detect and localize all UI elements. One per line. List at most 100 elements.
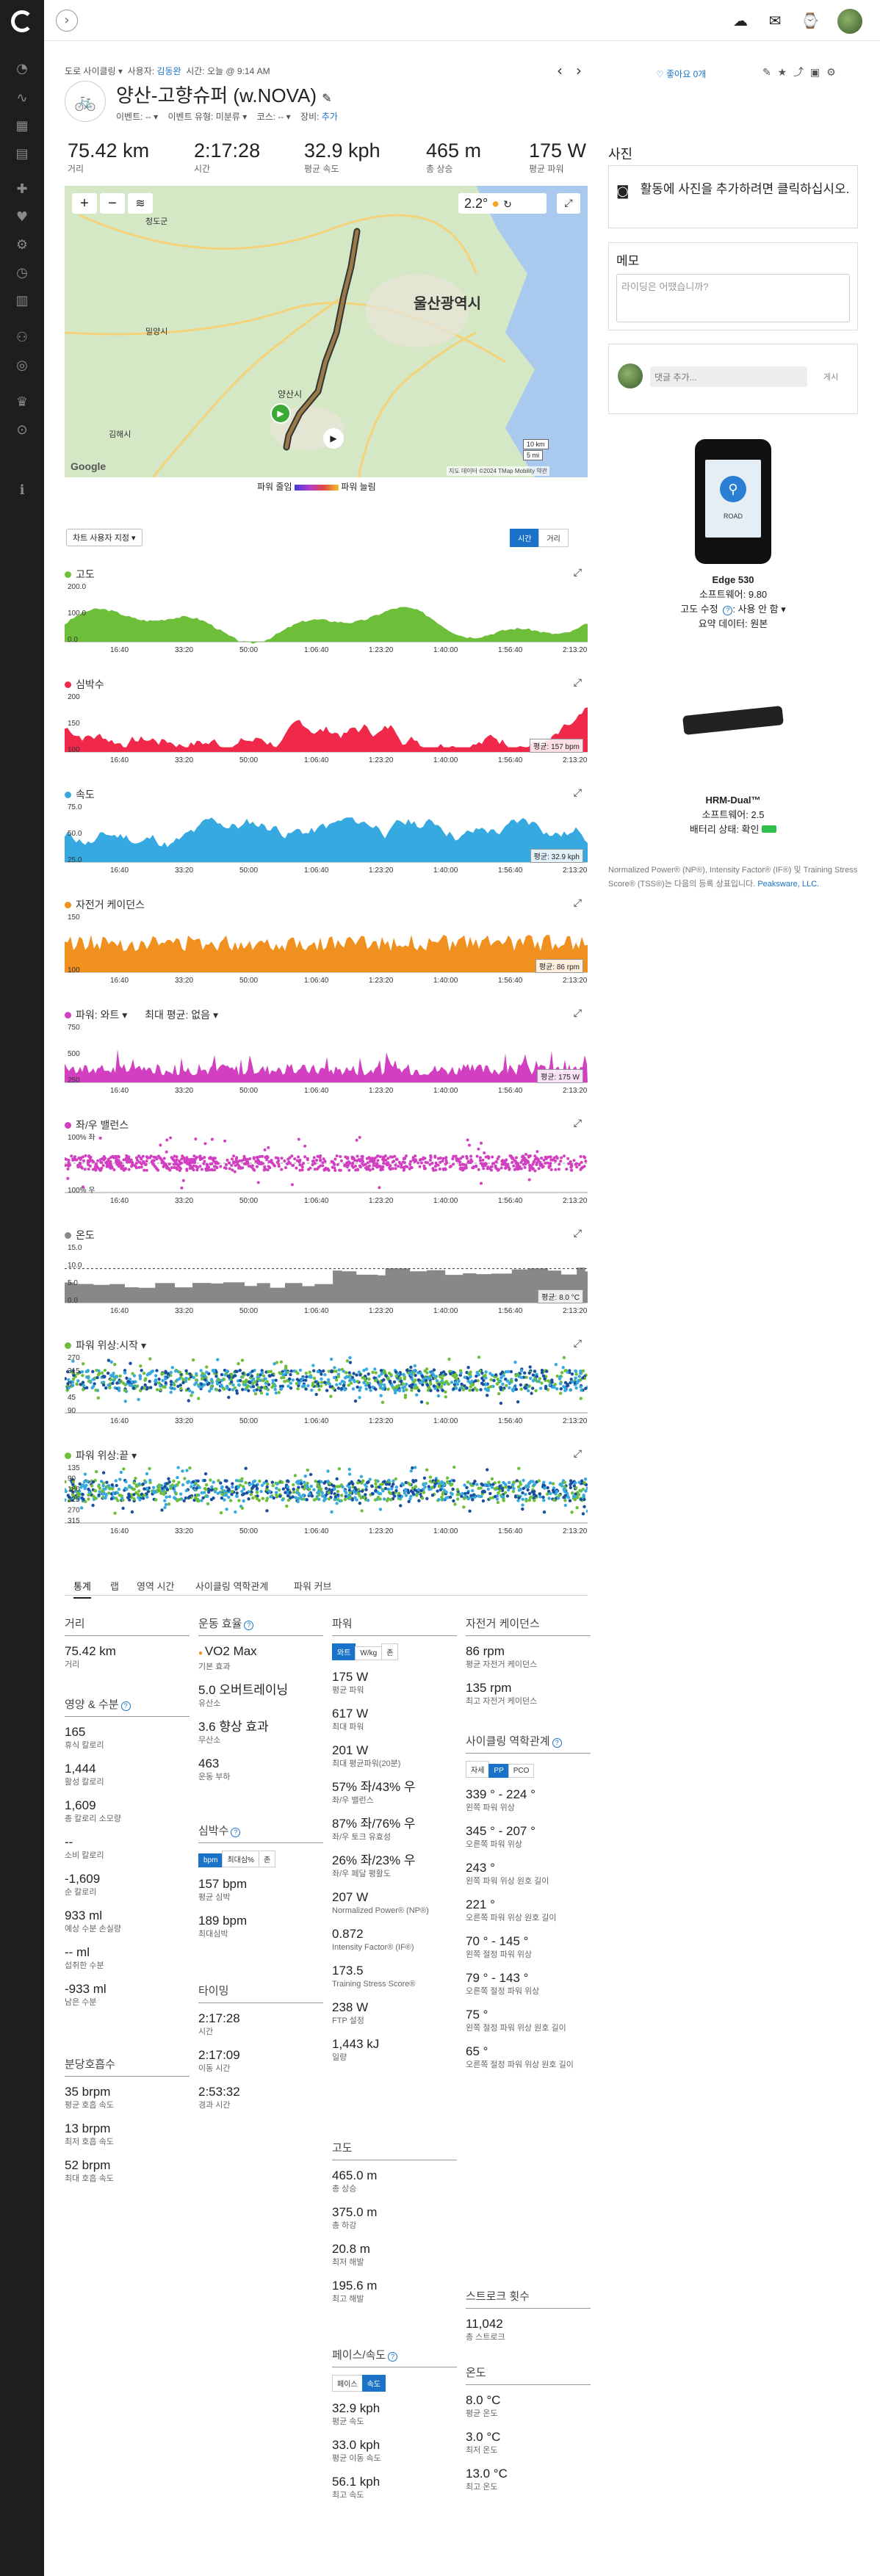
stats-toggle-option[interactable]: PP	[488, 1764, 509, 1778]
chart-title[interactable]: 파워 위상:끝 ▾	[65, 1448, 137, 1463]
elev-correction-dropdown[interactable]: : 사용 안 함 ▾	[732, 604, 785, 615]
map-terms-link[interactable]: 약관	[536, 468, 547, 474]
stats-toggle-option[interactable]: bpm	[198, 1853, 223, 1867]
comment-post-button[interactable]: 게시	[823, 371, 838, 383]
like-button[interactable]: ♡ 좋아요 0개	[656, 68, 706, 80]
insights-icon[interactable]: ◷	[13, 264, 31, 282]
notes-textarea[interactable]: 라이딩은 어땠습니까?	[616, 274, 850, 322]
stats-toggle-option[interactable]: 페이스	[332, 2375, 363, 2392]
stats-toggle-option[interactable]: 존	[381, 1643, 399, 1660]
add-photos-button[interactable]: ◙ 활동에 사진을 추가하려면 클릭하십시오.	[608, 165, 858, 228]
edit-pencil-icon[interactable]: ✎	[322, 91, 331, 105]
expand-sidebar-button[interactable]: ›	[56, 10, 78, 32]
activity-type-link[interactable]: 도로 사이클링	[65, 66, 116, 76]
tab-cycling-dynamics[interactable]: 사이클링 역학관계	[195, 1579, 268, 1593]
zoom-out-button[interactable]: −	[100, 193, 125, 214]
gear-icon[interactable]: ⚙	[13, 236, 31, 254]
time-axis-tab[interactable]: 시간	[510, 529, 540, 547]
chart-plot[interactable]: 15010016:40 33:20 50:00 1:06:40 1:23:20 1:40:…	[65, 913, 588, 985]
play-route-button[interactable]: ▶	[323, 428, 344, 449]
chart-plot[interactable]: 20015010016:40 33:20 50:00 1:06:40 1:23:20 1:…	[65, 693, 588, 765]
expand-chart-icon[interactable]: ⤢	[574, 1118, 582, 1129]
stats-toggle-option[interactable]: 와트	[332, 1643, 356, 1660]
tab-stats[interactable]: 통계	[73, 1579, 91, 1599]
chart-plot[interactable]: 75050025016:40 33:20 50:00 1:06:40 1:23:20 1:…	[65, 1024, 588, 1096]
dashboard-icon[interactable]: ◔	[13, 60, 31, 78]
peaksware-link[interactable]: Peaksware, LLC.	[757, 880, 819, 889]
stats-toggle-option[interactable]: W/kg	[355, 1646, 383, 1660]
watch-icon[interactable]: ⌚	[801, 11, 820, 30]
upload-cloud-icon[interactable]: ☁	[731, 11, 750, 30]
tab-laps[interactable]: 랩	[110, 1579, 119, 1593]
help-icon[interactable]: ?	[388, 2352, 398, 2362]
route-map[interactable]: + − ≋ 2.2° ● ↻ ⤢ 울산광역시 양산시 청도군 밀양시 김해시 ▶…	[65, 186, 588, 477]
connections-icon[interactable]: ⚇	[13, 329, 31, 347]
map-layers-icon[interactable]: ≋	[128, 193, 153, 214]
stats-toggle-option[interactable]: 최대심%	[222, 1850, 259, 1867]
zoom-in-button[interactable]: +	[72, 193, 97, 214]
chart-title[interactable]: 고도	[65, 567, 95, 582]
chart-title-secondary[interactable]: 최대 평균: 없음 ▾	[145, 1009, 218, 1021]
fullscreen-icon[interactable]: ⤢	[557, 193, 580, 214]
tab-power-curve[interactable]: 파워 커브	[294, 1579, 331, 1593]
chart-title[interactable]: 좌/우 밸런스	[65, 1118, 129, 1132]
start-marker-icon[interactable]: ▶	[270, 403, 291, 424]
activity-title[interactable]: 양산-고향슈퍼 (w.NOVA) ✎	[116, 81, 332, 108]
expand-chart-icon[interactable]: ⤢	[574, 1338, 582, 1350]
replay-icon[interactable]: ↻	[503, 199, 512, 211]
lock-icon[interactable]: ▣	[810, 67, 820, 79]
stats-toggle-option[interactable]: 존	[258, 1850, 276, 1867]
customize-charts-dropdown[interactable]: 차트 사용자 지정 ▾	[66, 529, 143, 546]
expand-chart-icon[interactable]: ⤢	[574, 787, 582, 799]
stats-toggle-option[interactable]: PCO	[508, 1764, 535, 1778]
chart-icon[interactable]: ▥	[13, 292, 31, 310]
user-avatar[interactable]	[837, 9, 862, 34]
help-icon[interactable]: ?	[231, 1828, 241, 1837]
expand-chart-icon[interactable]: ⤢	[574, 1448, 582, 1460]
comment-input[interactable]: 댓글 추가...	[650, 366, 807, 387]
edit-icon[interactable]: ✎	[762, 67, 771, 79]
activity-icon[interactable]: ∿	[13, 90, 31, 107]
report-icon[interactable]: ▤	[13, 145, 31, 163]
chart-plot[interactable]: 100% 좌100% 우16:40 33:20 50:00 1:06:40 1:23:2…	[65, 1134, 588, 1206]
chart-title[interactable]: 심박수	[65, 677, 104, 692]
chart-plot[interactable]: 15.010.05.00.016:40 33:20 50:00 1:06:40 1:23…	[65, 1244, 588, 1316]
course-dropdown[interactable]: --	[278, 112, 284, 122]
chart-title[interactable]: 온도	[65, 1228, 95, 1242]
stats-toggle-option[interactable]: 속도	[361, 2375, 386, 2392]
health-icon[interactable]: ♥	[13, 209, 31, 226]
gear-add-link[interactable]: 추가	[322, 112, 338, 122]
devices-icon[interactable]: ⊙	[13, 422, 31, 439]
chart-plot[interactable]: 1359018022527031516:40 33:20 50:00 1:06:40 1…	[65, 1464, 588, 1536]
help-icon[interactable]: ?	[552, 1738, 562, 1748]
event-dropdown[interactable]: --	[145, 112, 151, 122]
expand-chart-icon[interactable]: ⤢	[574, 1228, 582, 1240]
help-icon[interactable]: ?	[723, 606, 733, 615]
share-icon[interactable]: ⤴	[793, 67, 804, 79]
tab-time-in-zones[interactable]: 영역 시간	[137, 1579, 174, 1593]
user-link[interactable]: 김동완	[156, 66, 181, 76]
weather-widget[interactable]: 2.2° ● ↻	[458, 193, 547, 214]
settings-gear-icon[interactable]: ⚙	[826, 67, 836, 79]
garmin-connect-logo[interactable]	[11, 10, 33, 32]
chart-title[interactable]: 파워: 와트 ▾ 최대 평균: 없음 ▾	[65, 1007, 218, 1022]
info-icon[interactable]: ℹ	[13, 482, 31, 499]
inbox-icon[interactable]: ✉	[765, 11, 785, 30]
distance-axis-tab[interactable]: 거리	[538, 529, 569, 547]
training-icon[interactable]: ✚	[13, 181, 31, 198]
stats-toggle-option[interactable]: 자세	[466, 1761, 490, 1778]
chart-title[interactable]: 파워 위상:시작 ▾	[65, 1338, 146, 1353]
chart-plot[interactable]: 2703150459016:40 33:20 50:00 1:06:40 1:23:20…	[65, 1354, 588, 1426]
trophy-icon[interactable]: ♛	[13, 394, 31, 411]
event-type-dropdown[interactable]: 미분류	[216, 112, 240, 122]
help-icon[interactable]: ?	[244, 1621, 254, 1630]
next-activity-button[interactable]: ›	[576, 62, 582, 79]
chart-plot[interactable]: 75.050.025.016:40 33:20 50:00 1:06:40 1:23:2…	[65, 803, 588, 875]
star-icon[interactable]: ★	[778, 67, 787, 79]
calendar-icon[interactable]: ▦	[13, 117, 31, 135]
expand-chart-icon[interactable]: ⤢	[574, 567, 582, 579]
expand-chart-icon[interactable]: ⤢	[574, 897, 582, 909]
prev-activity-button[interactable]: ‹	[557, 62, 563, 79]
chart-title[interactable]: 자전거 케이던스	[65, 897, 145, 912]
expand-chart-icon[interactable]: ⤢	[574, 1007, 582, 1019]
